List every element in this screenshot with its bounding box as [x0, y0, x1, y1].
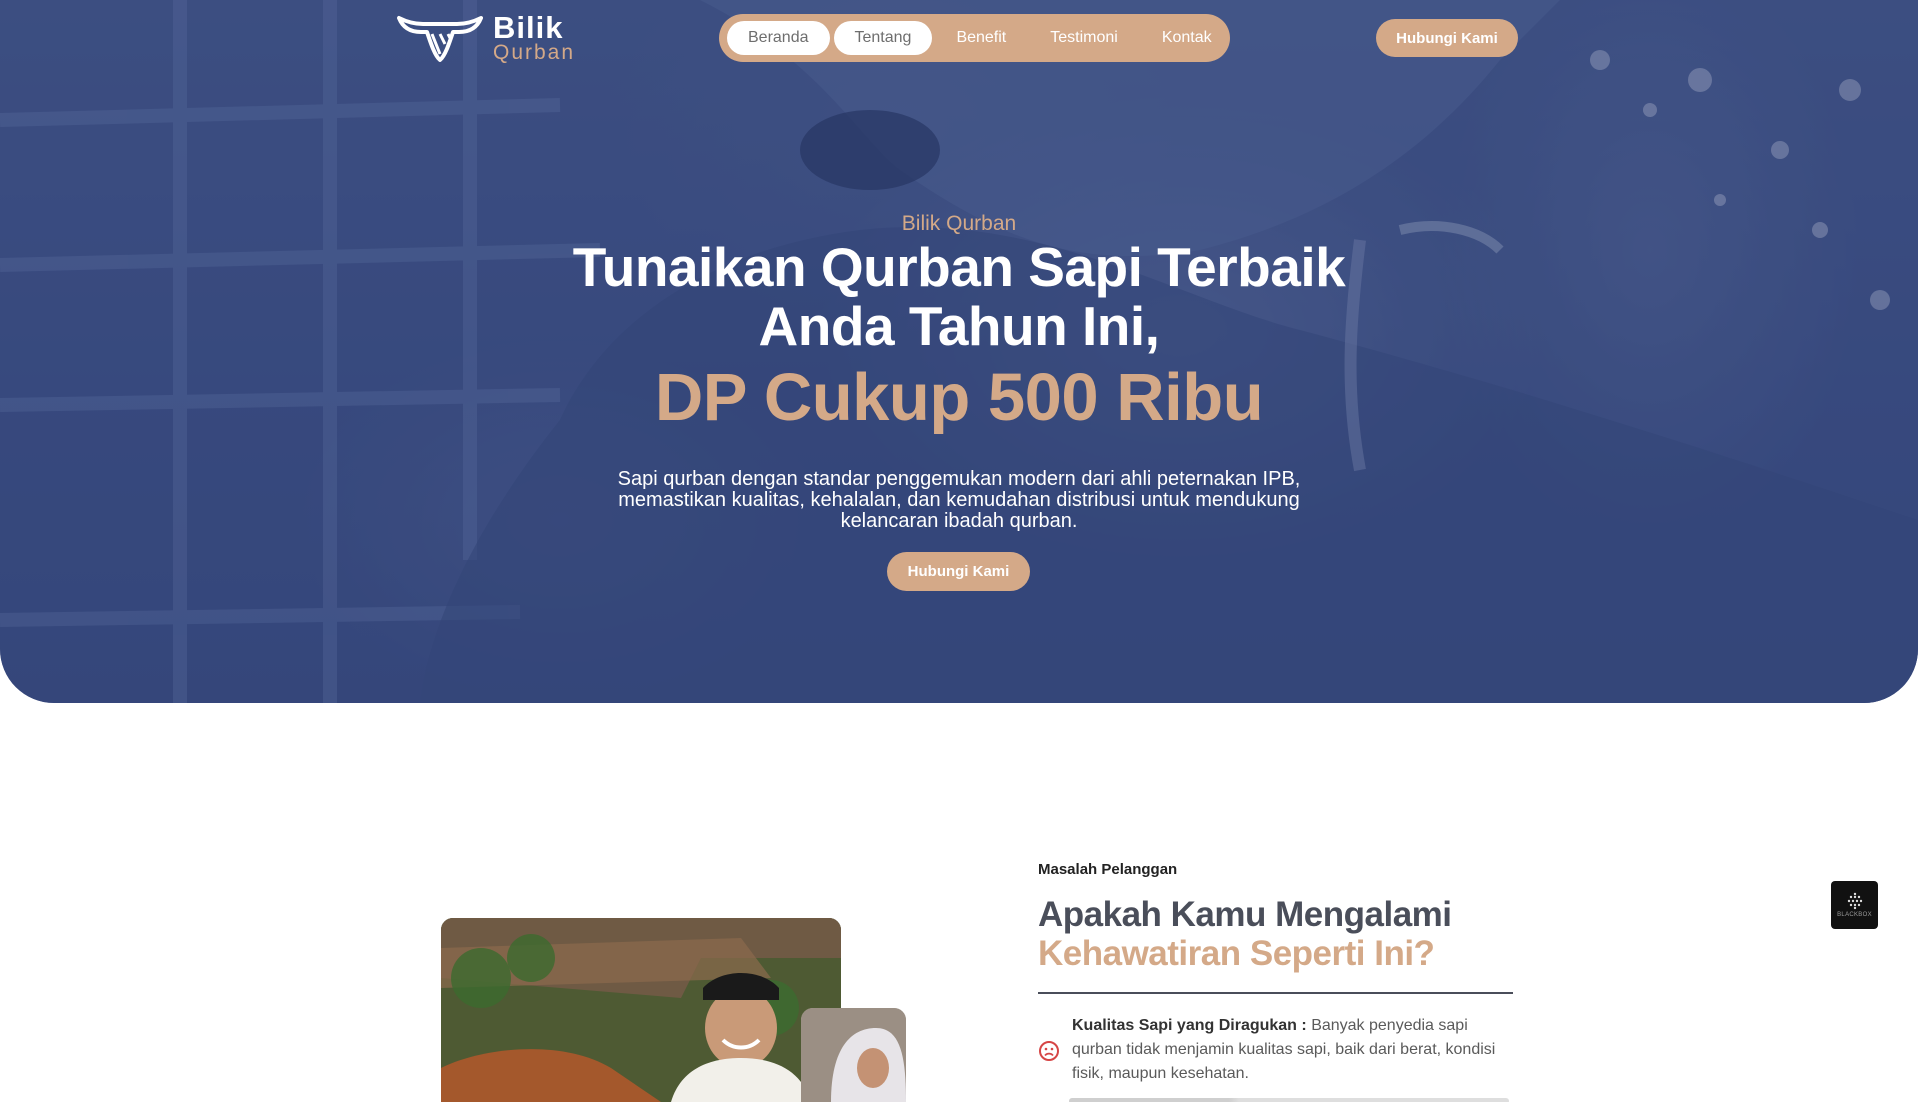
- nav-item-tentang[interactable]: Tentang: [833, 21, 933, 55]
- main-nav: Beranda Tentang Benefit Testimoni Kontak: [719, 14, 1230, 62]
- hero-contact-button[interactable]: Hubungi Kami: [887, 552, 1030, 591]
- section-title-line2: Kehawatiran Seperti Ini?: [1038, 934, 1435, 973]
- blackbox-logo-icon: [1847, 892, 1862, 910]
- bull-head-icon: [397, 15, 483, 62]
- problem-text: Kualitas Sapi yang Diragukan : Banyak pe…: [1072, 1014, 1518, 1086]
- logo-brand-text: Bilik: [493, 10, 564, 45]
- problem-item: Kualitas Sapi yang Diragukan : Banyak pe…: [1038, 1014, 1518, 1086]
- blackbox-floating-button[interactable]: BLACKBOX: [1831, 881, 1878, 929]
- section-label: Masalah Pelanggan: [1038, 861, 1178, 878]
- problem-item-cut-off: [1069, 1090, 1509, 1102]
- hero-headline-accent: DP Cukup 500 Ribu: [654, 360, 1264, 435]
- blackbox-label: BLACKBOX: [1837, 912, 1872, 918]
- brand-logo[interactable]: Bilik Qurban: [397, 12, 575, 63]
- man-with-cow-image: [441, 918, 841, 1102]
- logo-sub-text: Qurban: [493, 41, 576, 64]
- section-divider: [1038, 992, 1513, 994]
- hero-description-line: kelancaran ibadah qurban.: [840, 510, 1078, 532]
- section-title-line1: Apakah Kamu Mengalami: [1038, 895, 1452, 934]
- nav-item-testimoni[interactable]: Testimoni: [1030, 21, 1138, 55]
- hero-headline: Tunaikan Qurban Sapi Terbaik Anda Tahun …: [0, 238, 1918, 356]
- nav-item-beranda[interactable]: Beranda: [727, 21, 830, 55]
- customer-photo-group: [441, 918, 906, 1102]
- hero-eyebrow: Bilik Qurban: [901, 212, 1017, 235]
- hero-description-line: Sapi qurban dengan standar penggemukan m…: [617, 468, 1301, 490]
- hero-description: Sapi qurban dengan standar penggemukan m…: [0, 469, 1918, 532]
- woman-hijab-image: [801, 1008, 906, 1102]
- hero-headline-line1: Tunaikan Qurban Sapi Terbaik: [572, 236, 1346, 298]
- nav-item-kontak[interactable]: Kontak: [1142, 21, 1232, 55]
- customer-photo-main: [441, 918, 841, 1102]
- header-contact-button[interactable]: Hubungi Kami: [1376, 19, 1518, 57]
- nav-item-benefit[interactable]: Benefit: [936, 21, 1026, 55]
- customer-photo-secondary: [801, 1008, 906, 1102]
- hero-description-line: memastikan kualitas, kehalalan, dan kemu…: [618, 489, 1300, 511]
- sad-face-icon: [1039, 1041, 1059, 1061]
- section-title: Apakah Kamu Mengalami Kehawatiran Sepert…: [1038, 895, 1452, 973]
- problem-title: Kualitas Sapi yang Diragukan :: [1072, 1017, 1307, 1034]
- hero-headline-line2: Anda Tahun Ini,: [758, 295, 1160, 357]
